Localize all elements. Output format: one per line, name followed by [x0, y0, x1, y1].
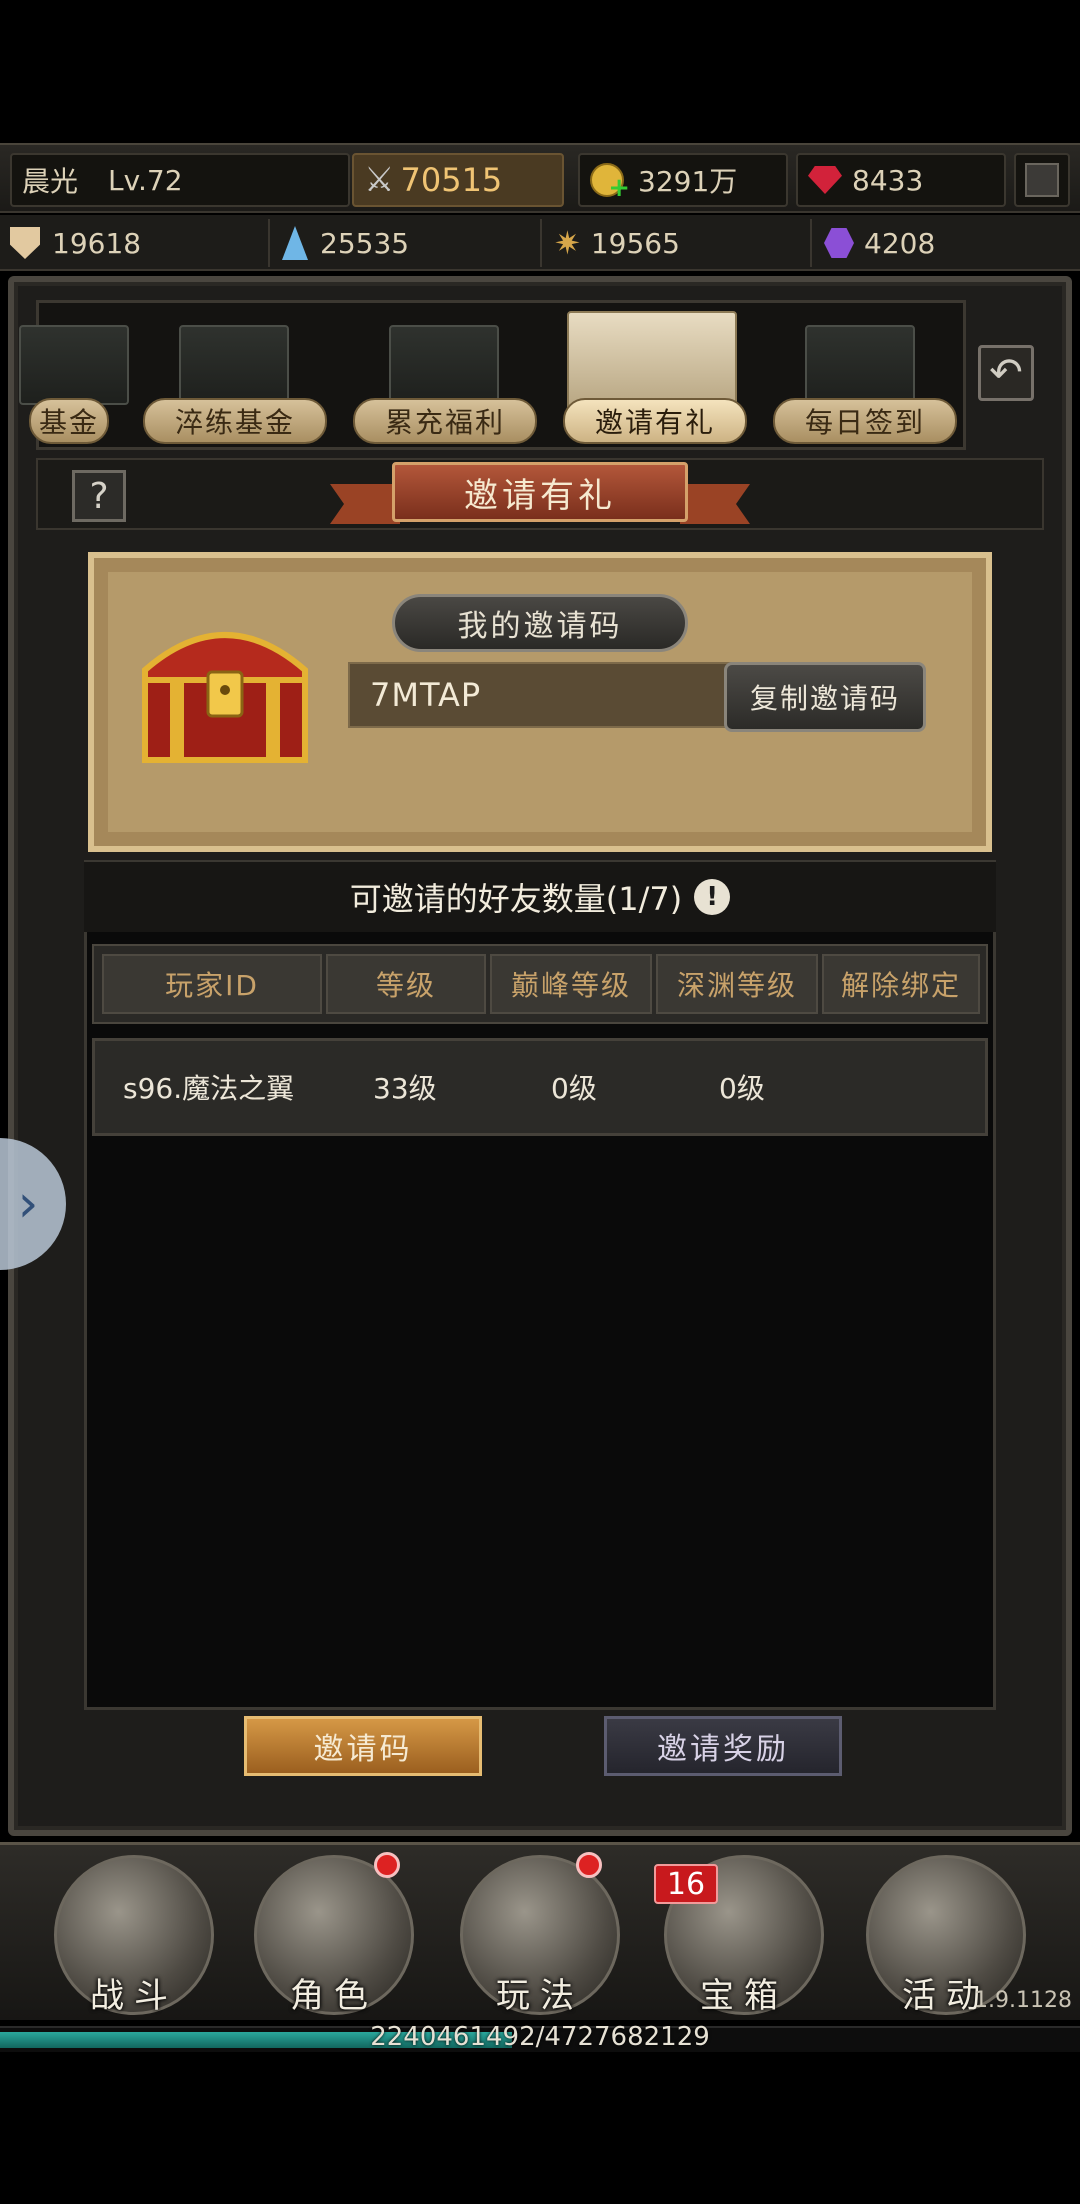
- tab-label: 淬练基金: [174, 406, 295, 439]
- tab-label: 累充福利: [384, 406, 505, 439]
- notification-dot: [374, 1852, 400, 1878]
- nav-character-label: 角色: [290, 1976, 378, 2016]
- copy-invite-code-button[interactable]: 复制邀请码: [724, 662, 926, 732]
- invitable-friends-title: 可邀请的好友数量(1/7) !: [84, 862, 996, 932]
- chest-count-badge: 16: [654, 1864, 718, 1904]
- player-name: 晨光: [22, 165, 79, 198]
- tab-book-icon: [179, 325, 289, 405]
- gold-value: 3291万: [638, 165, 738, 198]
- row-peak-level: 0级: [551, 1072, 597, 1105]
- shield-icon: [10, 227, 40, 259]
- notification-dot: [576, 1852, 602, 1878]
- tab-label: 每日签到: [804, 406, 925, 439]
- combat-power: ⚔ 70515: [352, 153, 564, 207]
- welfare-tab-strip: 基金 淬练基金 累充福利 邀请有礼 每日签到: [19, 300, 966, 450]
- combat-power-value: 70515: [400, 161, 503, 199]
- purple-gem-value: 4208: [864, 226, 936, 260]
- info-icon[interactable]: !: [694, 879, 731, 915]
- tab-label: 基金: [38, 406, 99, 439]
- tab-invite-code[interactable]: 邀请码: [244, 1716, 482, 1776]
- ribbon-left-wing: [330, 484, 400, 524]
- help-button[interactable]: ?: [72, 470, 126, 522]
- gold-counter[interactable]: + 3291万: [578, 153, 788, 207]
- experience-text: 2240461492/4727682129: [370, 2022, 710, 2052]
- top-status-bar: 晨光 Lv.72 ⚔ 70515 + 3291万 8433: [0, 143, 1080, 213]
- table-row[interactable]: s96.魔法之翼 33级 0级 0级: [92, 1038, 988, 1136]
- tab-book-icon: [19, 325, 129, 405]
- question-mark-icon: ?: [89, 475, 109, 517]
- crystal-resource[interactable]: 25535: [272, 219, 542, 267]
- back-button[interactable]: ↶: [978, 345, 1034, 401]
- gem-value: 8433: [852, 163, 924, 197]
- title-ribbon: 邀请有礼: [330, 462, 750, 528]
- book-icon: [1025, 163, 1059, 197]
- tab-book-icon: [389, 325, 499, 405]
- my-invite-code-header: 我的邀请码: [392, 594, 688, 652]
- column-level: 等级: [326, 954, 486, 1014]
- treasure-chest-icon: [142, 632, 308, 763]
- tab-invite-gift[interactable]: 邀请有礼: [563, 398, 747, 444]
- nav-chest-label: 宝箱: [700, 1976, 788, 2016]
- table-header: 玩家ID 等级 巅峰等级 深渊等级 解除绑定: [92, 944, 988, 1024]
- crossed-swords-icon: ⚔: [364, 160, 395, 200]
- tab-book-icon: [805, 325, 915, 405]
- tab-label: 邀请有礼: [594, 406, 715, 439]
- column-peak-level: 巅峰等级: [490, 954, 652, 1014]
- row-level: 33级: [373, 1072, 437, 1105]
- red-gem-icon: [808, 166, 842, 194]
- column-unbind: 解除绑定: [822, 954, 980, 1014]
- page-title: 邀请有礼: [392, 462, 688, 522]
- tab-recharge-benefits[interactable]: 累充福利: [353, 398, 537, 444]
- tab-refine-fund[interactable]: 淬练基金: [143, 398, 327, 444]
- tab-fund[interactable]: 基金: [29, 398, 109, 444]
- crystal-value: 25535: [320, 226, 410, 260]
- player-info[interactable]: 晨光 Lv.72: [10, 153, 350, 207]
- secondary-resource-bar: 19618 25535 ✷ 19565 4208: [0, 215, 1080, 271]
- purple-gem-icon: [824, 228, 854, 258]
- gold-star-icon: ✷: [554, 224, 581, 262]
- ribbon-right-wing: [680, 484, 750, 524]
- shield-resource[interactable]: 19618: [0, 219, 270, 267]
- version-label: 1.9.1128: [974, 1988, 1072, 2013]
- column-player-id: 玩家ID: [102, 954, 322, 1014]
- gem-counter[interactable]: 8433: [796, 153, 1006, 207]
- star-resource[interactable]: ✷ 19565: [544, 219, 812, 267]
- chevron-right-icon: ›: [17, 1174, 39, 1234]
- settings-button[interactable]: [1014, 153, 1070, 207]
- return-arrow-icon: ↶: [989, 350, 1023, 396]
- shield-value: 19618: [52, 226, 142, 260]
- player-level: Lv.72: [108, 163, 183, 197]
- row-abyss-level: 0级: [719, 1072, 765, 1105]
- open-book-icon: [567, 311, 737, 411]
- blue-crystal-icon: [282, 226, 308, 260]
- nav-gameplay-label: 玩法: [496, 1976, 584, 2016]
- nav-battle-label: 战斗: [90, 1976, 178, 2016]
- invite-code-field: 7MTAP: [348, 662, 738, 728]
- column-abyss-level: 深渊等级: [656, 954, 818, 1014]
- tab-invite-reward[interactable]: 邀请奖励: [604, 1716, 842, 1776]
- invitable-friends-count: 可邀请的好友数量(1/7): [349, 880, 683, 918]
- gold-coin-icon: +: [590, 163, 630, 203]
- row-player-id: s96.魔法之翼: [123, 1072, 295, 1105]
- star-value: 19565: [590, 226, 680, 260]
- tab-daily-signin[interactable]: 每日签到: [773, 398, 957, 444]
- purple-gem-resource[interactable]: 4208: [814, 219, 1080, 267]
